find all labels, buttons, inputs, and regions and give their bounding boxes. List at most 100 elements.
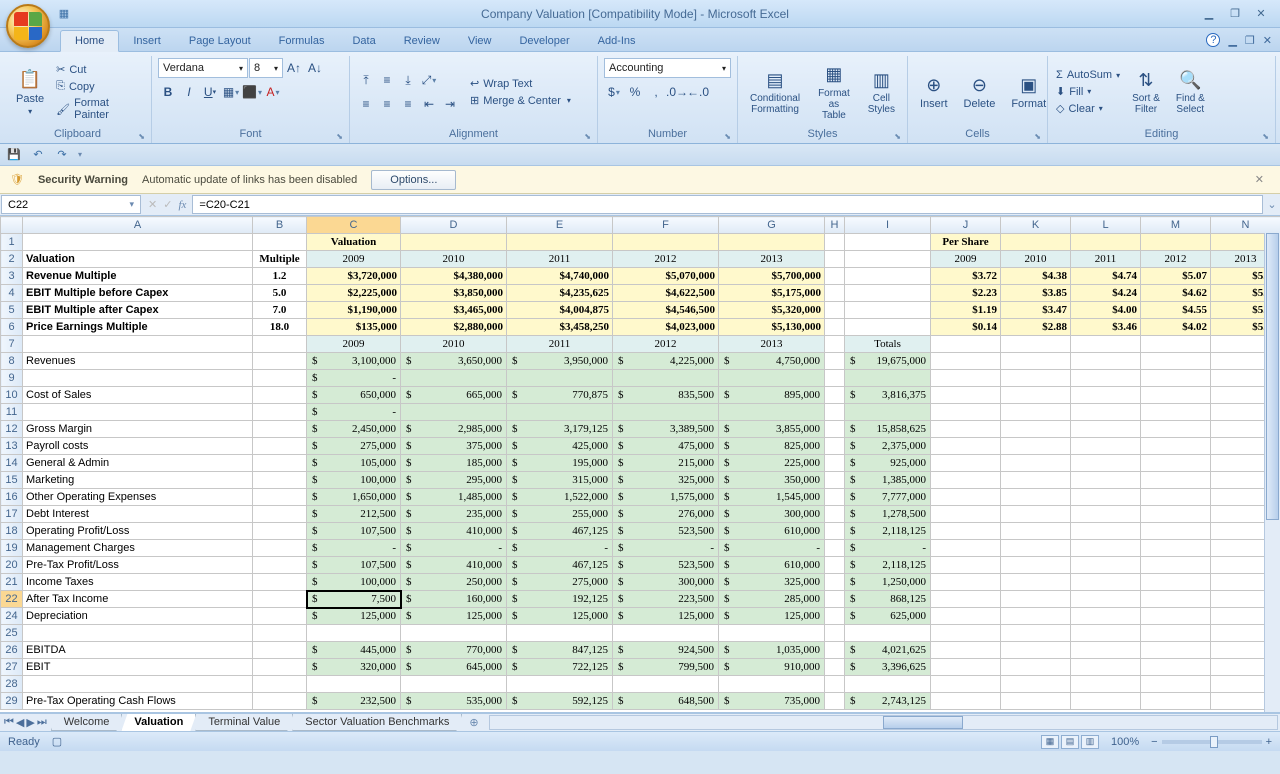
minimize-button[interactable]: ▁ bbox=[1198, 6, 1220, 22]
col-header-B[interactable]: B bbox=[253, 217, 307, 234]
row-header-20[interactable]: 20 bbox=[1, 557, 23, 574]
percent-button[interactable]: % bbox=[625, 82, 645, 102]
doc-minimize-button[interactable]: ▁ bbox=[1228, 34, 1236, 47]
row-header-9[interactable]: 9 bbox=[1, 370, 23, 387]
view-pagebreak-button[interactable]: ▥ bbox=[1081, 735, 1099, 749]
bold-button[interactable]: B bbox=[158, 82, 178, 102]
sort-filter-button[interactable]: ⇅Sort & Filter bbox=[1126, 67, 1166, 117]
currency-button[interactable]: $ bbox=[604, 82, 624, 102]
row-header-11[interactable]: 11 bbox=[1, 404, 23, 421]
row-header-14[interactable]: 14 bbox=[1, 455, 23, 472]
sheet-nav-last[interactable]: ⏭ bbox=[37, 716, 47, 729]
qat-dropdown[interactable]: ▾ bbox=[78, 150, 82, 159]
row-header-12[interactable]: 12 bbox=[1, 421, 23, 438]
find-select-button[interactable]: 🔍Find & Select bbox=[1170, 67, 1211, 117]
font-size-combo[interactable]: 8▾ bbox=[249, 58, 283, 78]
tab-review[interactable]: Review bbox=[390, 31, 454, 51]
doc-restore-button[interactable]: ❐ bbox=[1245, 34, 1255, 47]
tab-addins[interactable]: Add-Ins bbox=[584, 31, 650, 51]
sheet-nav-first[interactable]: ⏮ bbox=[4, 716, 14, 729]
row-header-28[interactable]: 28 bbox=[1, 676, 23, 693]
row-header-13[interactable]: 13 bbox=[1, 438, 23, 455]
row-header-17[interactable]: 17 bbox=[1, 506, 23, 523]
row-header-7[interactable]: 7 bbox=[1, 336, 23, 353]
underline-button[interactable]: U▾ bbox=[200, 82, 220, 102]
conditional-formatting-button[interactable]: ▤Conditional Formatting bbox=[744, 67, 806, 117]
doc-close-button[interactable]: ✕ bbox=[1263, 34, 1272, 47]
indent-inc-button[interactable]: ⇥ bbox=[440, 94, 460, 114]
row-header-1[interactable]: 1 bbox=[1, 234, 23, 251]
row-header-15[interactable]: 15 bbox=[1, 472, 23, 489]
align-center-button[interactable]: ≡ bbox=[377, 94, 397, 114]
spreadsheet-grid[interactable]: ABCDEFGHIJKLMN1ValuationPer Share2Valuat… bbox=[0, 216, 1280, 713]
inc-decimal-button[interactable]: .0→ bbox=[667, 82, 687, 102]
font-color-button[interactable]: A bbox=[263, 82, 283, 102]
sheet-tab-sector valuation benchmarks[interactable]: Sector Valuation Benchmarks bbox=[292, 714, 462, 731]
col-header-F[interactable]: F bbox=[613, 217, 719, 234]
dec-decimal-button[interactable]: ←.0 bbox=[688, 82, 708, 102]
col-header-L[interactable]: L bbox=[1071, 217, 1141, 234]
tab-page-layout[interactable]: Page Layout bbox=[175, 31, 265, 51]
sheet-nav-next[interactable]: ▶ bbox=[26, 716, 34, 729]
view-normal-button[interactable]: ▦ bbox=[1041, 735, 1059, 749]
zoom-in-button[interactable]: + bbox=[1266, 736, 1272, 748]
tab-home[interactable]: Home bbox=[60, 30, 119, 52]
col-header-D[interactable]: D bbox=[401, 217, 507, 234]
col-header-J[interactable]: J bbox=[931, 217, 1001, 234]
orientation-button[interactable]: ⤢ bbox=[419, 70, 439, 90]
cancel-formula-icon[interactable]: ✕ bbox=[148, 198, 157, 211]
col-header-G[interactable]: G bbox=[719, 217, 825, 234]
security-close-button[interactable]: ✕ bbox=[1249, 173, 1270, 186]
row-header-29[interactable]: 29 bbox=[1, 693, 23, 710]
row-header-25[interactable]: 25 bbox=[1, 625, 23, 642]
row-header-5[interactable]: 5 bbox=[1, 302, 23, 319]
row-header-8[interactable]: 8 bbox=[1, 353, 23, 370]
wrap-text-button[interactable]: ↩Wrap Text bbox=[468, 76, 573, 91]
align-right-button[interactable]: ≡ bbox=[398, 94, 418, 114]
zoom-out-button[interactable]: − bbox=[1151, 736, 1157, 748]
row-header-2[interactable]: 2 bbox=[1, 251, 23, 268]
formula-input[interactable]: =C20-C21 bbox=[192, 195, 1263, 214]
cell-styles-button[interactable]: ▥Cell Styles bbox=[862, 67, 901, 117]
italic-button[interactable]: I bbox=[179, 82, 199, 102]
tab-developer[interactable]: Developer bbox=[505, 31, 583, 51]
format-cells-button[interactable]: ▣Format bbox=[1005, 72, 1052, 112]
indent-dec-button[interactable]: ⇤ bbox=[419, 94, 439, 114]
sheet-nav-prev[interactable]: ◀ bbox=[16, 716, 24, 729]
format-as-table-button[interactable]: ▦Format as Table bbox=[810, 62, 858, 123]
row-header-24[interactable]: 24 bbox=[1, 608, 23, 625]
new-sheet-button[interactable]: ⊕ bbox=[461, 716, 486, 729]
sheet-tab-valuation[interactable]: Valuation bbox=[121, 714, 196, 731]
row-header-27[interactable]: 27 bbox=[1, 659, 23, 676]
insert-cells-button[interactable]: ⊕Insert bbox=[914, 72, 954, 112]
borders-button[interactable]: ▦ bbox=[221, 82, 241, 102]
sheet-tab-terminal value[interactable]: Terminal Value bbox=[195, 714, 293, 731]
row-header-3[interactable]: 3 bbox=[1, 268, 23, 285]
align-top-button[interactable]: ⤒ bbox=[356, 70, 376, 90]
col-header-I[interactable]: I bbox=[845, 217, 931, 234]
clear-button[interactable]: ◇Clear▾ bbox=[1054, 101, 1122, 116]
grow-font-button[interactable]: A↑ bbox=[284, 58, 304, 78]
autosum-button[interactable]: ΣAutoSum▾ bbox=[1054, 68, 1122, 82]
align-left-button[interactable]: ≡ bbox=[356, 94, 376, 114]
save-icon[interactable]: 💾 bbox=[6, 147, 22, 163]
tab-insert[interactable]: Insert bbox=[119, 31, 175, 51]
row-header-6[interactable]: 6 bbox=[1, 319, 23, 336]
row-header-10[interactable]: 10 bbox=[1, 387, 23, 404]
tab-formulas[interactable]: Formulas bbox=[265, 31, 339, 51]
row-header-4[interactable]: 4 bbox=[1, 285, 23, 302]
copy-button[interactable]: ⎘Copy bbox=[54, 79, 145, 94]
font-name-combo[interactable]: Verdana▾ bbox=[158, 58, 248, 78]
tab-view[interactable]: View bbox=[454, 31, 506, 51]
col-header-N[interactable]: N bbox=[1211, 217, 1280, 234]
tab-data[interactable]: Data bbox=[338, 31, 389, 51]
col-header-A[interactable]: A bbox=[23, 217, 253, 234]
cut-button[interactable]: ✂Cut bbox=[54, 62, 145, 77]
row-header-21[interactable]: 21 bbox=[1, 574, 23, 591]
delete-cells-button[interactable]: ⊖Delete bbox=[958, 72, 1002, 112]
help-icon[interactable]: ? bbox=[1206, 33, 1220, 47]
row-header-22[interactable]: 22 bbox=[1, 591, 23, 608]
align-middle-button[interactable]: ≡ bbox=[377, 70, 397, 90]
formula-expand-button[interactable]: ⌄ bbox=[1264, 194, 1280, 215]
col-header-M[interactable]: M bbox=[1141, 217, 1211, 234]
